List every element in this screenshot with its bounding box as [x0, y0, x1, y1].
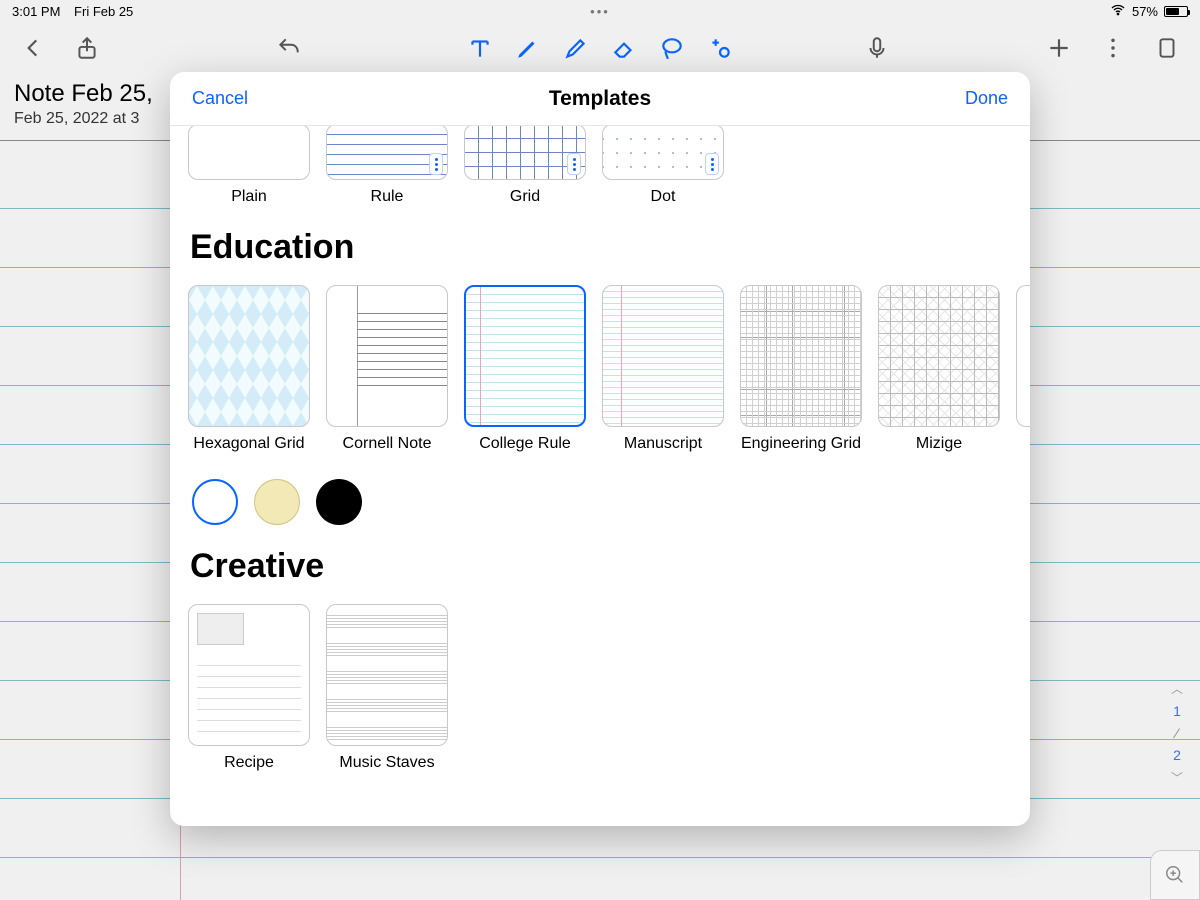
battery-percent: 57% [1132, 4, 1158, 19]
template-recipe-label: Recipe [224, 754, 274, 772]
note-subtitle: Feb 25, 2022 at 3 [14, 110, 153, 128]
cancel-button[interactable]: Cancel [192, 88, 248, 109]
basic-templates-row: Plain Rule Grid Dot [188, 126, 1030, 206]
chevron-up-icon[interactable]: ︿ [1171, 680, 1183, 697]
template-grid[interactable]: Grid [464, 126, 586, 206]
template-cornell-label: Cornell Note [343, 435, 432, 453]
template-options-icon[interactable] [567, 153, 581, 175]
status-bar: 3:01 PM Fri Feb 25 ••• 57% [0, 0, 1200, 22]
add-icon[interactable] [1046, 35, 1072, 61]
note-header: Note Feb 25, Feb 25, 2022 at 3 [14, 80, 153, 128]
template-staves-label: Music Staves [339, 754, 434, 772]
section-creative-title: Creative [190, 547, 1030, 586]
zoom-button[interactable] [1150, 850, 1200, 900]
multitask-dots-icon[interactable]: ••• [590, 4, 610, 19]
template-mizige[interactable]: Mizige [878, 285, 1000, 453]
template-plain[interactable]: Plain [188, 126, 310, 206]
template-recipe-thumb[interactable] [188, 604, 310, 746]
highlighter-tool-icon[interactable] [563, 35, 589, 61]
page-current: 1 [1173, 703, 1181, 719]
chevron-down-icon[interactable]: ﹀ [1171, 769, 1183, 786]
template-rule-thumb[interactable] [326, 126, 448, 180]
eraser-tool-icon[interactable] [611, 35, 637, 61]
page-slash: ⁄ [1176, 725, 1178, 741]
modal-body[interactable]: Plain Rule Grid Dot Educa [170, 126, 1030, 826]
template-hexagonal-label: Hexagonal Grid [193, 435, 304, 453]
template-mizige-thumb[interactable] [878, 285, 1000, 427]
lasso-tool-icon[interactable] [659, 35, 685, 61]
template-recipe[interactable]: Recipe [188, 604, 310, 772]
template-engineering-label: Engineering Grid [741, 435, 861, 453]
more-icon[interactable] [1100, 35, 1126, 61]
template-rule-label: Rule [371, 188, 404, 206]
done-button[interactable]: Done [965, 88, 1008, 109]
template-college-label: College Rule [479, 435, 571, 453]
template-college-thumb[interactable] [464, 285, 586, 427]
note-title: Note Feb 25, [14, 80, 153, 108]
page-total: 2 [1173, 747, 1181, 763]
color-black[interactable] [316, 479, 362, 525]
template-options-icon[interactable] [429, 153, 443, 175]
template-mizige-label: Mizige [916, 435, 962, 453]
template-college-rule[interactable]: College Rule [464, 285, 586, 453]
template-staves-thumb[interactable] [326, 604, 448, 746]
share-icon[interactable] [74, 35, 100, 61]
pages-icon[interactable] [1154, 35, 1180, 61]
templates-modal: Cancel Templates Done Plain Rule Grid [170, 72, 1030, 826]
page-indicator[interactable]: ︿ 1 ⁄ 2 ﹀ [1162, 680, 1192, 786]
app-toolbar [0, 22, 1200, 74]
template-dot-thumb[interactable] [602, 126, 724, 180]
template-grid-thumb[interactable] [464, 126, 586, 180]
status-date: Fri Feb 25 [74, 4, 133, 19]
template-options-icon[interactable] [705, 153, 719, 175]
template-manuscript[interactable]: Manuscript [602, 285, 724, 453]
template-peek-next[interactable] [1016, 285, 1030, 427]
section-education-title: Education [190, 228, 1030, 267]
color-white[interactable] [192, 479, 238, 525]
wifi-icon [1110, 2, 1126, 21]
template-hexagonal-grid[interactable]: Hexagonal Grid [188, 285, 310, 453]
template-music-staves[interactable]: Music Staves [326, 604, 448, 772]
template-cornell-thumb[interactable] [326, 285, 448, 427]
template-cornell-note[interactable]: Cornell Note [326, 285, 448, 453]
template-rule[interactable]: Rule [326, 126, 448, 206]
modal-header: Cancel Templates Done [170, 72, 1030, 126]
color-swatches [192, 479, 1030, 525]
template-manuscript-label: Manuscript [624, 435, 702, 453]
template-dot[interactable]: Dot [602, 126, 724, 206]
color-cream[interactable] [254, 479, 300, 525]
battery-icon [1164, 6, 1188, 17]
margin-line [180, 820, 181, 900]
template-hexagonal-thumb[interactable] [188, 285, 310, 427]
text-tool-icon[interactable] [467, 35, 493, 61]
template-manuscript-thumb[interactable] [602, 285, 724, 427]
creative-templates-row: Recipe Music Staves [188, 604, 1030, 772]
modal-title: Templates [549, 87, 651, 111]
template-engineering-thumb[interactable] [740, 285, 862, 427]
shapes-tool-icon[interactable] [707, 35, 733, 61]
education-templates-row: Hexagonal Grid Cornell Note College Rule… [188, 285, 1030, 453]
template-plain-label: Plain [231, 188, 267, 206]
pen-tool-icon[interactable] [515, 35, 541, 61]
status-time: 3:01 PM [12, 4, 60, 19]
template-dot-label: Dot [651, 188, 676, 206]
template-plain-thumb[interactable] [188, 126, 310, 180]
template-grid-label: Grid [510, 188, 540, 206]
template-engineering-grid[interactable]: Engineering Grid [740, 285, 862, 453]
undo-icon[interactable] [276, 35, 302, 61]
microphone-icon[interactable] [864, 35, 890, 61]
back-icon[interactable] [20, 35, 46, 61]
